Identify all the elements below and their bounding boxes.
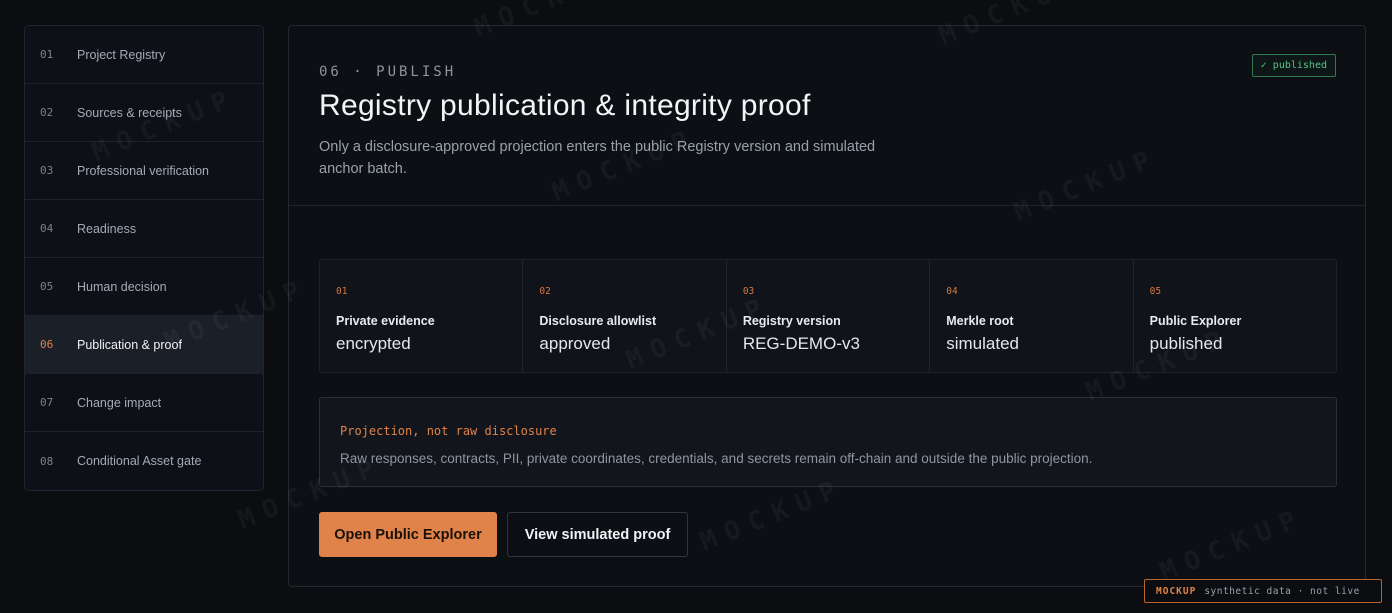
- sidebar-item-human-decision[interactable]: 05 Human decision: [25, 258, 263, 316]
- disclosure-note: Projection, not raw disclosure Raw respo…: [319, 397, 1337, 487]
- step-number: 04: [946, 286, 958, 297]
- sidebar-item-label: Publication & proof: [77, 337, 182, 352]
- page-subtitle: Only a disclosure-approved projection en…: [319, 139, 876, 177]
- sidebar-item-label: Conditional Asset gate: [77, 454, 202, 468]
- sidebar-item-number: 04: [40, 222, 54, 235]
- pipeline-step: 02 Disclosure allowlist approved: [523, 260, 727, 372]
- step-label: Disclosure allowlist: [539, 314, 657, 328]
- status-badge: ✓ published: [1251, 54, 1336, 77]
- sidebar-item-label: Sources & receipts: [77, 105, 182, 120]
- step-value: REG-DEMO-v3: [742, 334, 860, 353]
- sidebar-item-sources-receipts[interactable]: 02 Sources & receipts: [25, 84, 263, 142]
- sidebar-item-label: Professional verification: [77, 163, 210, 178]
- sidebar-item-number: 06: [40, 338, 54, 351]
- mockup-tag: MOCKUP synthetic data · not live: [1144, 579, 1382, 603]
- mockup-tag-label: MOCKUP: [1156, 585, 1197, 597]
- page-title: Registry publication & integrity proof: [319, 89, 811, 122]
- sidebar-item-number: 05: [40, 280, 54, 293]
- publish-panel: 06 · PUBLISH Registry publication & inte…: [288, 25, 1366, 587]
- sidebar-item-label: Readiness: [77, 221, 137, 236]
- sidebar-item-professional-verification[interactable]: 03 Professional verification: [25, 142, 263, 200]
- step-label: Private evidence: [336, 314, 435, 328]
- pipeline-step: 01 Private evidence encrypted: [320, 260, 524, 372]
- sidebar-item-project-registry[interactable]: 01 Project Registry: [25, 26, 263, 84]
- sidebar-item-label: Human decision: [77, 279, 167, 294]
- step-number: 01: [336, 286, 348, 297]
- step-number: 05: [1149, 286, 1162, 297]
- pipeline-step: 04 Merkle root simulated: [930, 260, 1134, 372]
- view-simulated-proof-button[interactable]: View simulated proof: [507, 512, 688, 557]
- sidebar-item-label: Project Registry: [77, 47, 166, 62]
- sidebar-item-change-impact[interactable]: 07 Change impact: [25, 374, 263, 432]
- open-public-explorer-button[interactable]: Open Public Explorer: [319, 512, 497, 557]
- step-label: Merkle root: [946, 314, 1014, 328]
- sidebar-item-number: 02: [40, 106, 54, 119]
- sidebar-item-number: 07: [40, 396, 54, 409]
- step-value: published: [1149, 334, 1223, 353]
- step-value: approved: [539, 334, 611, 353]
- sidebar-item-number: 08: [40, 454, 54, 468]
- sidebar-item-readiness[interactable]: 04 Readiness: [25, 200, 263, 258]
- pipeline-steps: 01 Private evidence encrypted 02 Disclos…: [319, 259, 1337, 373]
- step-number: 02: [539, 286, 551, 297]
- step-number: 03: [742, 286, 755, 297]
- sidebar-item-number: 01: [40, 48, 54, 61]
- step-value: simulated: [946, 334, 1019, 353]
- step-eyebrow: 06 · PUBLISH: [319, 64, 457, 80]
- step-sidebar: 01 Project Registry 02 Sources & receipt…: [24, 25, 264, 491]
- pipeline-step: 05 Public Explorer published: [1134, 260, 1336, 372]
- panel-header: 06 · PUBLISH Registry publication & inte…: [289, 26, 1365, 206]
- sidebar-item-conditional-asset-gate[interactable]: 08 Conditional Asset gate: [25, 432, 263, 490]
- sidebar-item-label: Change impact: [77, 395, 162, 410]
- mockup-tag-text: synthetic data · not live: [1204, 585, 1360, 597]
- step-label: Registry version: [742, 314, 841, 328]
- sidebar-item-number: 03: [40, 164, 54, 177]
- pipeline-step: 03 Registry version REG-DEMO-v3: [727, 260, 931, 372]
- step-value: encrypted: [336, 334, 411, 353]
- note-body: Raw responses, contracts, PII, private c…: [340, 451, 1093, 466]
- step-label: Public Explorer: [1149, 314, 1242, 328]
- sidebar-item-publication-proof[interactable]: 06 Publication & proof: [25, 316, 263, 374]
- note-title: Projection, not raw disclosure: [340, 424, 557, 438]
